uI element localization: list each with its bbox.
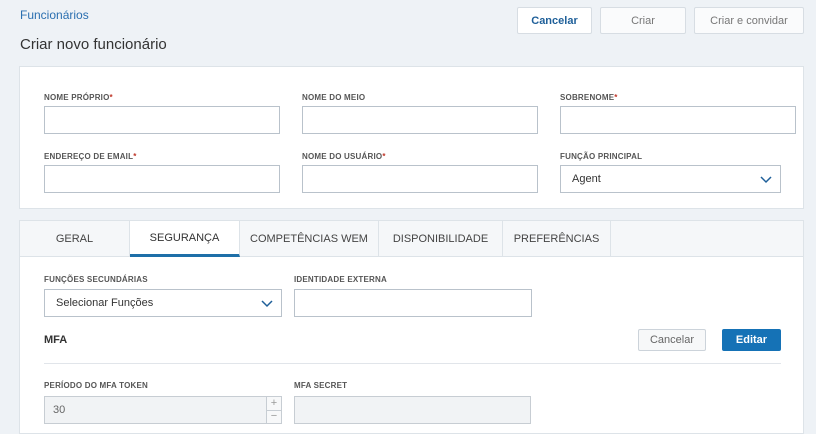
mfa-token-period-stepper: 30 + − <box>44 396 282 424</box>
email-label: ENDEREÇO DE EMAIL* <box>44 152 137 161</box>
secondary-roles-select[interactable]: Selecionar Funções <box>44 289 282 317</box>
tab-wem-competencies[interactable]: COMPETÊNCIAS WEM <box>240 221 379 257</box>
email-field[interactable] <box>44 165 280 193</box>
tab-availability[interactable]: DISPONIBILIDADE <box>379 221 503 257</box>
mfa-secret-label: MFA SECRET <box>294 381 348 390</box>
mfa-edit-button[interactable]: Editar <box>722 329 781 351</box>
create-and-invite-button[interactable]: Criar e convidar <box>694 7 804 34</box>
minus-icon: − <box>270 410 278 423</box>
secondary-roles-label: FUNÇÕES SECUNDÁRIAS <box>44 275 148 284</box>
page-title: Criar novo funcionário <box>20 36 167 53</box>
create-button[interactable]: Criar <box>600 7 686 34</box>
primary-role-value: Agent <box>572 173 601 185</box>
tab-preferences[interactable]: PREFERÊNCIAS <box>503 221 611 257</box>
mfa-token-period-label: PERÍODO DO MFA TOKEN <box>44 381 149 390</box>
chevron-down-icon <box>261 300 273 308</box>
last-name-field[interactable] <box>560 106 796 134</box>
primary-role-label: FUNÇÃO PRINCIPAL <box>560 152 643 161</box>
secondary-roles-placeholder: Selecionar Funções <box>56 297 154 309</box>
first-name-field[interactable] <box>44 106 280 134</box>
chevron-down-icon <box>760 176 772 184</box>
stepper-controls: + − <box>266 397 281 423</box>
first-name-label: NOME PRÓPRIO* <box>44 93 113 102</box>
breadcrumb[interactable]: Funcionários <box>20 8 89 22</box>
section-divider <box>44 363 781 364</box>
last-name-label: SOBRENOME* <box>560 93 618 102</box>
cancel-button[interactable]: Cancelar <box>517 7 592 34</box>
mfa-cancel-button[interactable]: Cancelar <box>638 329 706 351</box>
external-identity-field[interactable] <box>294 289 532 317</box>
username-field[interactable] <box>302 165 538 193</box>
tab-security[interactable]: SEGURANÇA <box>130 221 240 257</box>
mfa-token-period-value: 30 <box>53 404 66 416</box>
middle-name-field[interactable] <box>302 106 538 134</box>
external-identity-label: IDENTIDADE EXTERNA <box>294 275 387 284</box>
plus-icon: + <box>267 397 281 411</box>
username-label: NOME DO USUÁRIO* <box>302 152 386 161</box>
employee-details-panel: GERAL SEGURANÇA COMPETÊNCIAS WEM DISPONI… <box>19 220 804 434</box>
mfa-heading: MFA <box>44 334 68 346</box>
tab-bar: GERAL SEGURANÇA COMPETÊNCIAS WEM DISPONI… <box>20 221 803 257</box>
middle-name-label: NOME DO MEIO <box>302 93 366 102</box>
employee-basic-info-panel: NOME PRÓPRIO* NOME DO MEIO SOBRENOME* EN… <box>19 66 804 209</box>
mfa-secret-field <box>294 396 531 424</box>
primary-role-select[interactable]: Agent <box>560 165 781 193</box>
tab-general[interactable]: GERAL <box>20 221 130 257</box>
